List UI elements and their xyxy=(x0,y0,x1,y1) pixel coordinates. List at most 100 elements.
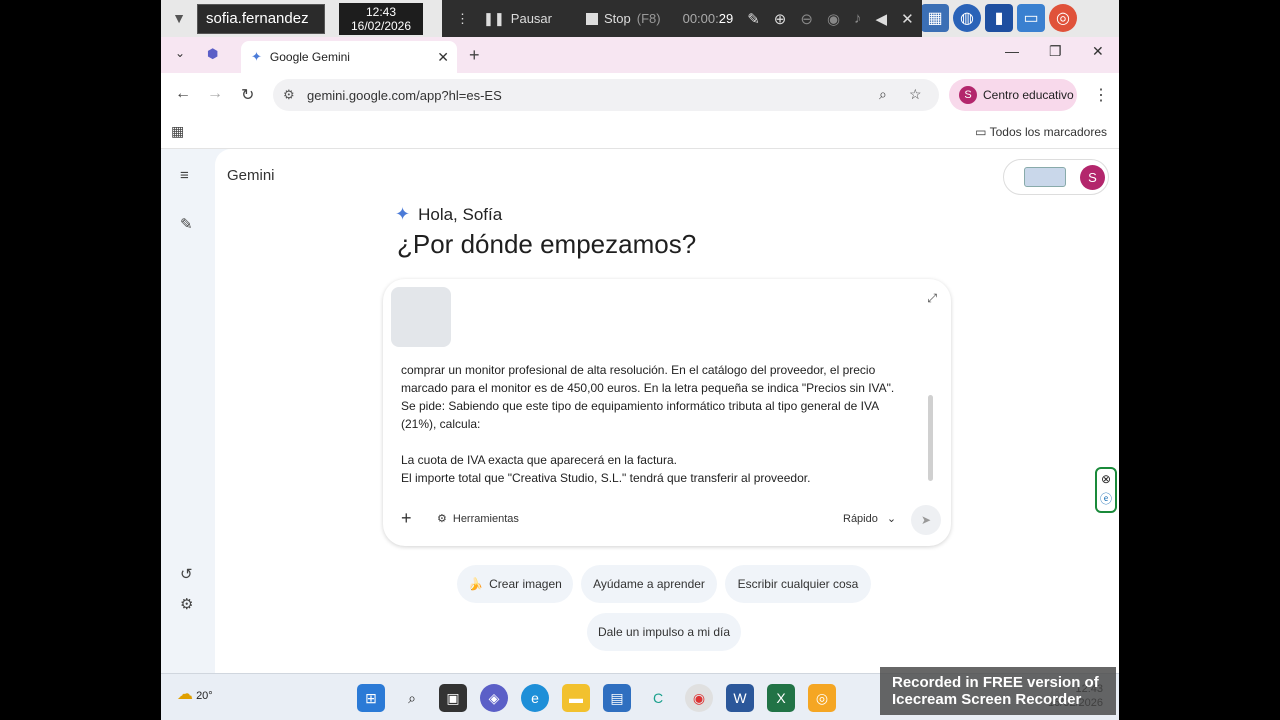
chip-create-image[interactable]: 🍌 Crear imagen xyxy=(457,565,573,603)
add-attachment-icon[interactable]: + xyxy=(401,508,412,529)
app-c-icon[interactable]: C xyxy=(644,684,672,712)
extension-widget[interactable]: ⊗ ⓔ xyxy=(1095,467,1117,513)
school-logo xyxy=(1024,167,1066,187)
tab-gemini[interactable]: ✦ Google Gemini ✕ xyxy=(241,41,457,73)
chip-label: Crear imagen xyxy=(489,577,562,591)
webcam-icon[interactable]: ◉ xyxy=(827,10,840,28)
weather-icon: ☁ xyxy=(177,686,193,703)
model-mode-selector[interactable]: Rápido ⌄ xyxy=(843,512,896,525)
expand-icon[interactable]: ⤢ xyxy=(927,291,937,306)
tab-list-chevron-icon[interactable]: ⌄ xyxy=(175,46,185,60)
task-view-icon[interactable]: ▣ xyxy=(439,684,467,712)
reload-icon[interactable]: ↻ xyxy=(241,85,254,105)
help-lifebuoy-icon[interactable]: ◎ xyxy=(1049,4,1077,32)
timer-prefix: 00:00: xyxy=(682,11,719,26)
pen-icon[interactable]: ✎ xyxy=(747,10,760,28)
stop-shortcut: (F8) xyxy=(636,11,661,26)
apps-grid-icon[interactable]: ▦ xyxy=(171,123,184,140)
letterbox-left xyxy=(0,0,161,720)
prompt-line: El importe total que "Creativa Studio, S… xyxy=(401,471,811,485)
profile-label: Centro educativo xyxy=(983,88,1074,102)
timer-seconds: 29 xyxy=(718,11,734,26)
site-info-icon[interactable]: ⚙ xyxy=(283,87,295,103)
pause-button[interactable]: ❚❚ Pausar xyxy=(483,11,552,27)
banana-icon: 🍌 xyxy=(468,577,484,591)
chrome-icon[interactable]: ◉ xyxy=(685,684,713,712)
session-time: 12:43 xyxy=(365,5,397,19)
recorder-app-icon[interactable]: ◎ xyxy=(808,684,836,712)
account-chip[interactable]: S xyxy=(1003,159,1109,195)
browser-menu-icon[interactable]: ⋮ xyxy=(1093,85,1109,105)
address-bar[interactable]: ⚙ gemini.google.com/app?hl=es-ES ⌕ ☆ xyxy=(273,79,939,111)
edge-icon[interactable]: e xyxy=(521,684,549,712)
globe-icon[interactable]: ◍ xyxy=(953,4,981,32)
settings-gear-icon[interactable]: ⚙ xyxy=(180,595,193,613)
widget-e-icon[interactable]: ⓔ xyxy=(1097,489,1115,509)
excel-icon[interactable]: X xyxy=(767,684,795,712)
pause-icon: ❚❚ xyxy=(483,10,505,26)
start-windows-icon[interactable]: ⊞ xyxy=(357,684,385,712)
store-icon[interactable]: ▤ xyxy=(603,684,631,712)
word-icon[interactable]: W xyxy=(726,684,754,712)
profile-button[interactable]: S Centro educativo xyxy=(949,79,1077,111)
zoom-out-icon[interactable]: ⊖ xyxy=(800,10,813,28)
app-title: Gemini xyxy=(227,167,275,184)
prompt-scrollbar[interactable] xyxy=(928,395,933,481)
widget-close-icon[interactable]: ⊗ xyxy=(1097,469,1115,489)
bookmarks-bar: ▦ ▭ Todos los marcadores xyxy=(161,117,1119,149)
close-icon[interactable]: ✕ xyxy=(901,10,914,28)
mode-label: Rápido xyxy=(843,513,878,525)
prompt-composer[interactable]: ⤢ comprar un monitor profesional de alta… xyxy=(383,279,951,546)
weather-widget[interactable]: ☁ 20° xyxy=(177,684,213,704)
tools-button[interactable]: ⚙ Herramientas xyxy=(437,512,519,526)
all-bookmarks-label: Todos los marcadores xyxy=(989,125,1107,139)
browser-toolbar: ← → ↻ ⚙ gemini.google.com/app?hl=es-ES ⌕… xyxy=(161,73,1119,117)
close-window-icon[interactable]: ✕ xyxy=(1092,43,1104,60)
drag-handle-icon[interactable]: ⋮ xyxy=(456,11,469,27)
window-icon[interactable]: ▦ xyxy=(921,4,949,32)
history-icon[interactable]: ↺ xyxy=(180,565,193,583)
session-tray: ▦ ◍ ▮ ▭ ◎ xyxy=(921,4,1077,32)
back-icon[interactable]: ← xyxy=(175,85,191,103)
chip-boost-day[interactable]: Dale un impulso a mi día xyxy=(587,613,741,651)
maximize-icon[interactable]: ❐ xyxy=(1049,43,1062,60)
pause-label: Pausar xyxy=(510,11,552,26)
minimize-icon[interactable]: — xyxy=(1005,43,1019,59)
letterbox-right xyxy=(1119,0,1280,720)
speaker-icon[interactable]: ◀ xyxy=(876,10,888,28)
url-text: gemini.google.com/app?hl=es-ES xyxy=(307,87,502,103)
greeting: ✦ Hola, Sofía xyxy=(395,204,502,225)
chat-icon[interactable]: ▭ xyxy=(1017,4,1045,32)
search-icon[interactable]: ⌕ xyxy=(398,684,426,712)
composer-footer: + ⚙ Herramientas Rápido ⌄ ➤ xyxy=(383,496,951,546)
chip-help-learn[interactable]: Ayúdame a aprender xyxy=(581,565,717,603)
all-bookmarks-button[interactable]: ▭ Todos los marcadores xyxy=(975,125,1107,139)
zoom-in-icon[interactable]: ⊕ xyxy=(774,10,787,28)
side-rail: ≡ ✎ ↺ ⚙ xyxy=(161,149,215,673)
prompt-input[interactable]: comprar un monitor profesional de alta r… xyxy=(401,361,921,487)
search-icon[interactable]: ⌕ xyxy=(879,86,887,103)
send-icon[interactable]: ➤ xyxy=(911,505,941,535)
forward-icon[interactable]: → xyxy=(207,85,223,103)
stop-button[interactable]: Stop (F8) xyxy=(586,11,661,26)
teams-icon[interactable]: ◈ xyxy=(480,684,508,712)
bookmark-star-icon[interactable]: ☆ xyxy=(909,86,922,103)
headline: ¿Por dónde empezamos? xyxy=(397,229,697,259)
microphone-icon[interactable]: ♪ xyxy=(854,10,862,27)
file-explorer-icon[interactable]: ▬ xyxy=(562,684,590,712)
profile-avatar: S xyxy=(959,86,977,104)
book-icon[interactable]: ▮ xyxy=(985,4,1013,32)
recorder-toolbar: ⋮ ❚❚ Pausar Stop (F8) 00:00:29 ✎ ⊕ ⊖ ◉ ♪… xyxy=(442,0,922,37)
teams-tab-icon[interactable]: ⬢ xyxy=(207,46,218,62)
account-avatar[interactable]: S xyxy=(1080,165,1105,190)
menu-icon[interactable]: ≡ xyxy=(180,167,189,184)
gemini-favicon-icon: ✦ xyxy=(251,49,262,64)
new-chat-icon[interactable]: ✎ xyxy=(180,215,193,233)
new-tab-icon[interactable]: + xyxy=(469,45,480,66)
close-tab-icon[interactable]: ✕ xyxy=(437,49,449,66)
attachment-thumbnail[interactable] xyxy=(391,287,451,347)
gemini-app: ≡ ✎ ↺ ⚙ Gemini S ✦ Hola, Sofía ¿Por dónd… xyxy=(161,149,1119,673)
watermark-line: Recorded in FREE version of xyxy=(892,674,1099,691)
prompt-line: Se pide: Sabiendo que este tipo de equip… xyxy=(401,399,880,413)
chip-write-anything[interactable]: Escribir cualquier cosa xyxy=(725,565,871,603)
